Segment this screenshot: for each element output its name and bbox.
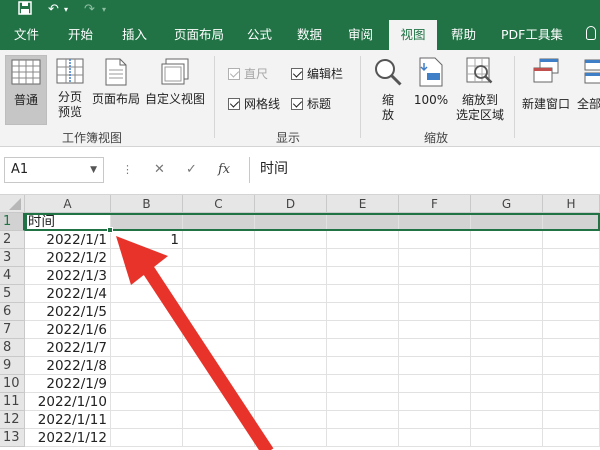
annotation-arrow-icon <box>116 236 274 450</box>
